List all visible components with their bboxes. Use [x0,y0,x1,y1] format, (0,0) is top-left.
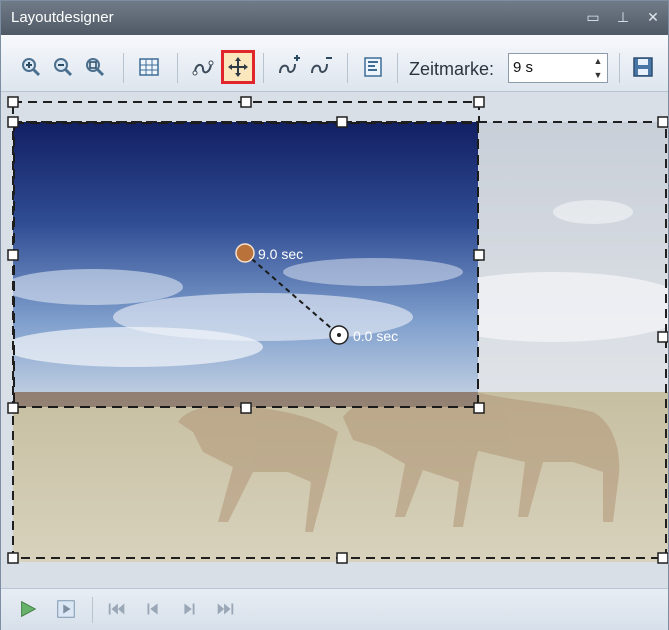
grid-icon[interactable] [135,53,163,81]
align-icon[interactable] [359,53,387,81]
spin-up-icon[interactable]: ▲ [591,56,605,66]
layoutdesigner-window: Layoutdesigner ▭ ⊥ ✕ Zeitmarke: 9 s ▲ ▼ … [0,0,669,630]
window-title: Layoutdesigner [11,9,114,26]
pin-icon[interactable]: ⊥ [614,8,632,26]
spin-down-icon[interactable]: ▼ [591,70,605,80]
zoom-out-icon[interactable] [49,53,77,81]
layout-canvas[interactable]: 9.0 sec 0.0 sec [1,92,668,588]
selection-frame[interactable] [1,92,668,588]
move-anchor-icon[interactable] [221,50,255,84]
zoom-in-icon[interactable] [17,53,45,81]
toolbar-separator [177,53,178,83]
toolbar-separator [619,53,620,83]
skip-end-icon[interactable] [213,597,237,621]
zeitmarke-spinner[interactable]: ▲ ▼ [591,56,605,80]
remove-keyframe-icon[interactable] [307,53,335,81]
zeitmarke-value: 9 s [513,59,534,76]
play-frame-icon[interactable] [54,597,78,621]
title-buttons: ▭ ⊥ ✕ [584,8,662,26]
prev-frame-icon[interactable] [141,597,165,621]
zeitmarke-label: Zeitmarke: [409,59,495,79]
save-icon[interactable] [629,53,657,81]
skip-start-icon[interactable] [105,597,129,621]
play-icon[interactable] [16,597,40,621]
zoom-fit-icon[interactable] [81,53,109,81]
toolbar-separator [92,597,93,623]
toolbar-separator [123,53,124,83]
title-bar: Layoutdesigner ▭ ⊥ ✕ [1,1,668,35]
motion-path-icon[interactable] [189,53,217,81]
add-keyframe-icon[interactable] [275,53,303,81]
toolbar: Zeitmarke: 9 s ▲ ▼ [1,35,668,92]
toolbar-separator [347,53,348,83]
toolbar-separator [397,53,398,83]
close-icon[interactable]: ✕ [644,8,662,26]
next-frame-icon[interactable] [177,597,201,621]
minimize-icon[interactable]: ▭ [584,8,602,26]
toolbar-separator [263,53,264,83]
playback-bar [1,588,668,630]
zeitmarke-input[interactable]: 9 s ▲ ▼ [508,53,608,83]
